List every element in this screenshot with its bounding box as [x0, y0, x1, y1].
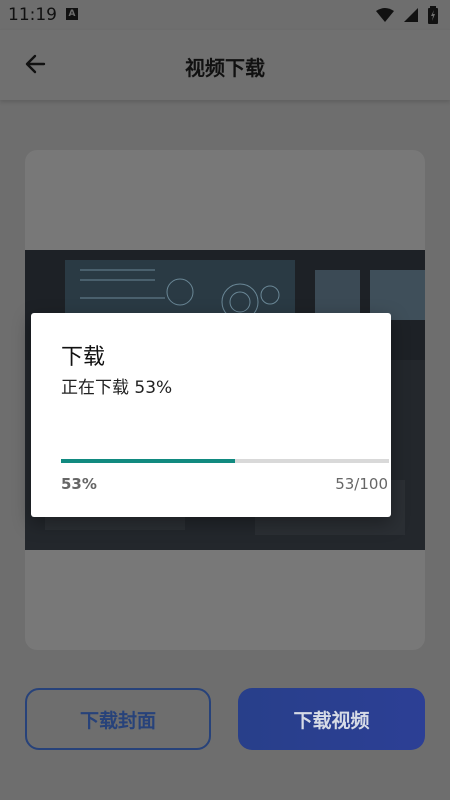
dialog-title: 下载	[61, 345, 106, 370]
progress-count: 53/100	[335, 475, 388, 493]
dialog-message: 正在下载 53%	[61, 378, 173, 398]
progress-percent: 53%	[61, 475, 97, 493]
progress-bar-fill	[61, 459, 235, 463]
progress-bar	[61, 459, 389, 463]
download-progress-dialog: 下载 正在下载 53% 53% 53/100	[31, 313, 391, 517]
